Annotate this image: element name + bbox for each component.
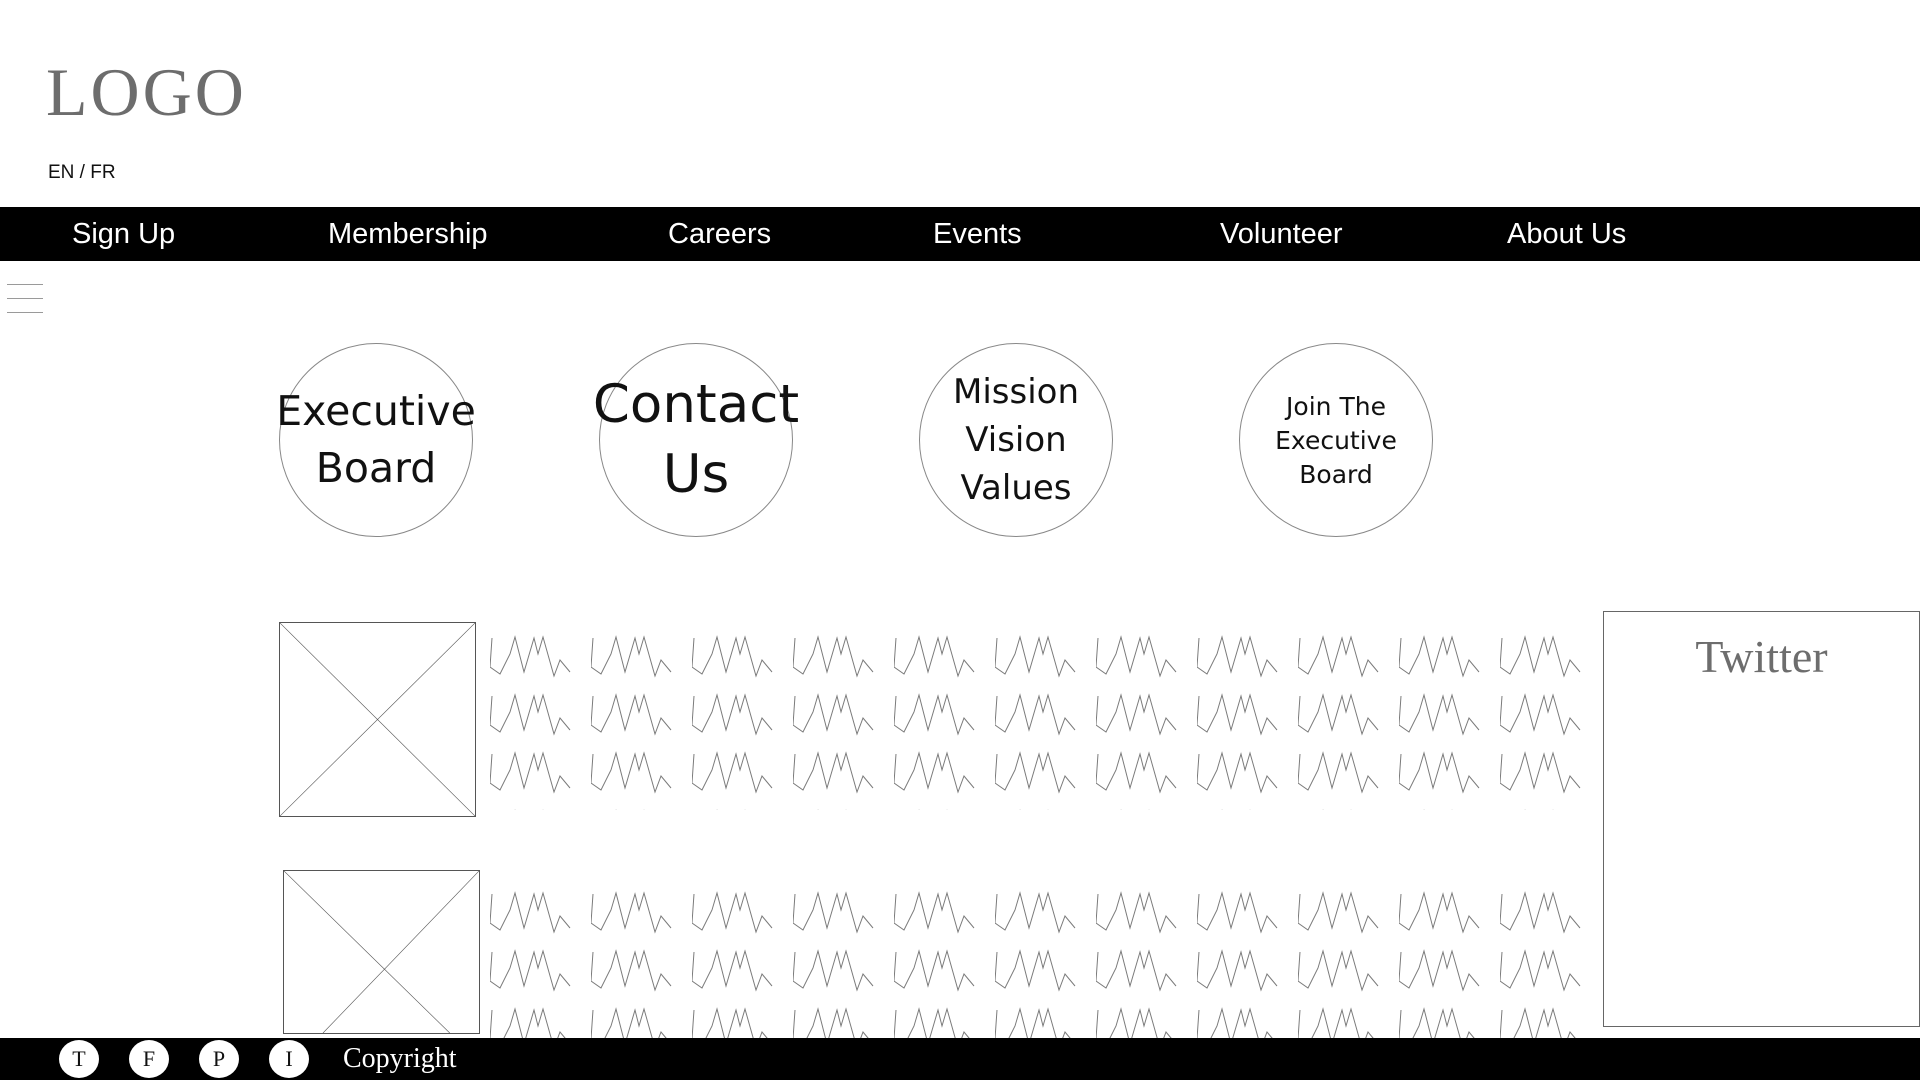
placeholder-text-squiggle	[490, 632, 1582, 810]
copyright-text: Copyright	[343, 1043, 457, 1074]
mission-vision-values-link[interactable]: Mission Vision Values	[919, 343, 1113, 537]
join-board-line-1: Join The	[1286, 392, 1386, 421]
language-switch[interactable]: EN / FR	[48, 162, 116, 184]
vision-line: Vision	[965, 420, 1067, 460]
instagram-icon[interactable]: I	[269, 1040, 309, 1078]
article-image-2[interactable]	[283, 870, 480, 1034]
values-line: Values	[960, 468, 1072, 508]
article-text-placeholder-2	[490, 888, 1582, 1038]
pinterest-icon[interactable]: P	[199, 1040, 239, 1078]
main-navigation: Sign Up Membership Careers Events Volunt…	[0, 207, 1920, 261]
contact-us-line-2: Us	[662, 444, 730, 505]
join-board-line-2: Executive Board	[1275, 426, 1397, 489]
logo[interactable]: LOGO	[46, 58, 247, 126]
nav-membership[interactable]: Membership	[328, 207, 488, 261]
join-executive-board-link[interactable]: Join The Executive Board	[1239, 343, 1433, 537]
image-placeholder-icon	[284, 871, 479, 1033]
article-text-placeholder-1	[490, 632, 1582, 810]
executive-board-link[interactable]: Executive Board	[276, 343, 476, 537]
twitter-feed-panel[interactable]: Twitter	[1603, 611, 1920, 1027]
mission-line: Mission	[952, 372, 1079, 412]
nav-events[interactable]: Events	[933, 207, 1022, 261]
facebook-icon[interactable]: F	[129, 1040, 169, 1078]
twitter-icon[interactable]: T	[59, 1040, 99, 1078]
footer: T F P I Copyright	[0, 1038, 1920, 1080]
image-placeholder-icon	[280, 623, 475, 816]
contact-us-line-1: Contact	[592, 374, 800, 435]
article-image-1[interactable]	[279, 622, 476, 817]
contact-us-link[interactable]: Contact Us	[593, 343, 799, 537]
nav-about-us[interactable]: About Us	[1507, 207, 1626, 261]
hamburger-icon[interactable]	[7, 283, 43, 315]
nav-volunteer[interactable]: Volunteer	[1220, 207, 1343, 261]
nav-careers[interactable]: Careers	[668, 207, 771, 261]
executive-board-line-1: Executive	[276, 387, 476, 435]
placeholder-text-squiggle	[490, 888, 1582, 1038]
nav-sign-up[interactable]: Sign Up	[72, 207, 175, 261]
executive-board-line-2: Board	[315, 444, 437, 492]
twitter-title: Twitter	[1695, 631, 1828, 682]
